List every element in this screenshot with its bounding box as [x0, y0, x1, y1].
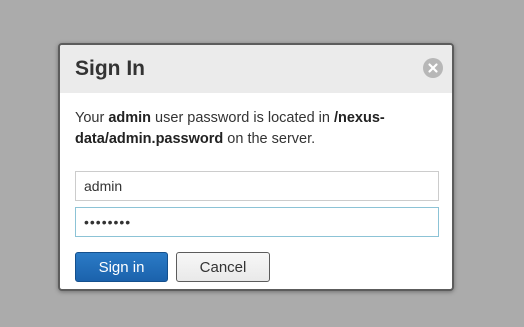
message-text: user password is located in — [151, 110, 334, 126]
password-input[interactable] — [75, 207, 439, 237]
sign-in-button[interactable]: Sign in — [75, 252, 168, 282]
close-icon[interactable] — [423, 58, 443, 78]
password-location-message: Your admin user password is located in /… — [75, 108, 445, 150]
message-text: Your — [75, 110, 109, 126]
message-text: on the server. — [223, 131, 316, 147]
cancel-button[interactable]: Cancel — [176, 252, 270, 282]
sign-in-dialog: Sign In Your admin user password is loca… — [58, 43, 454, 291]
dialog-title: Sign In — [75, 57, 145, 80]
dialog-header: Sign In — [60, 45, 452, 93]
username-input[interactable] — [75, 171, 439, 201]
message-username: admin — [108, 110, 152, 126]
